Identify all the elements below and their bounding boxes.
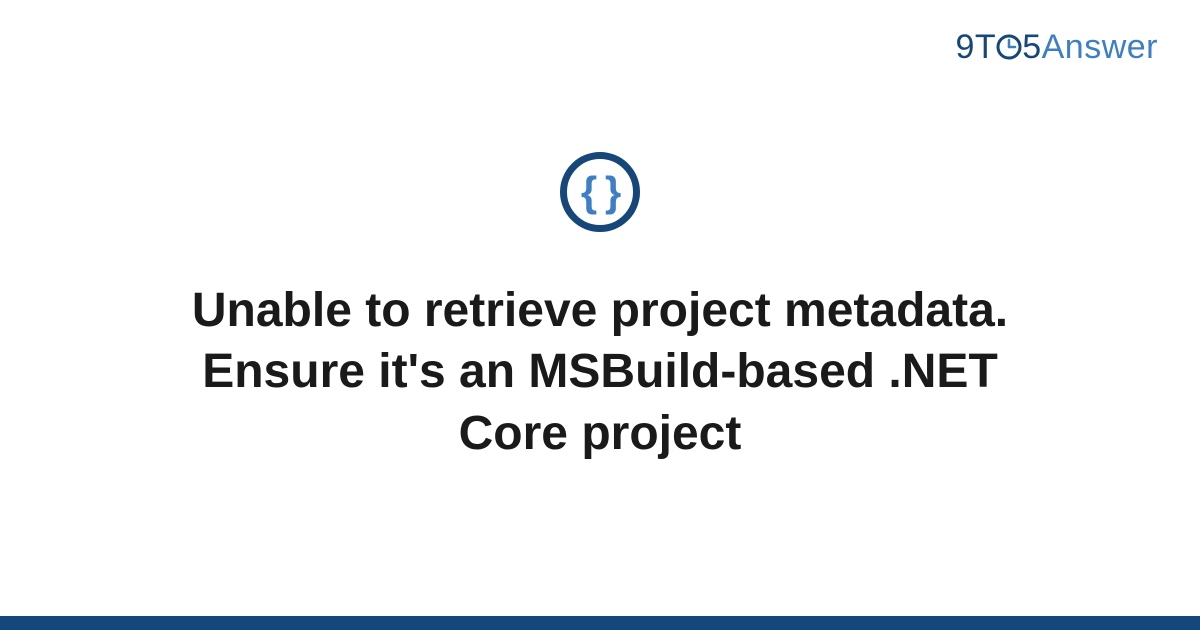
topic-icon-circle: { }	[560, 152, 640, 232]
page-title: Unable to retrieve project metadata. Ens…	[140, 280, 1060, 464]
footer-accent-bar	[0, 616, 1200, 630]
braces-icon: { }	[581, 171, 619, 213]
main-content: { } Unable to retrieve project metadata.…	[0, 0, 1200, 616]
